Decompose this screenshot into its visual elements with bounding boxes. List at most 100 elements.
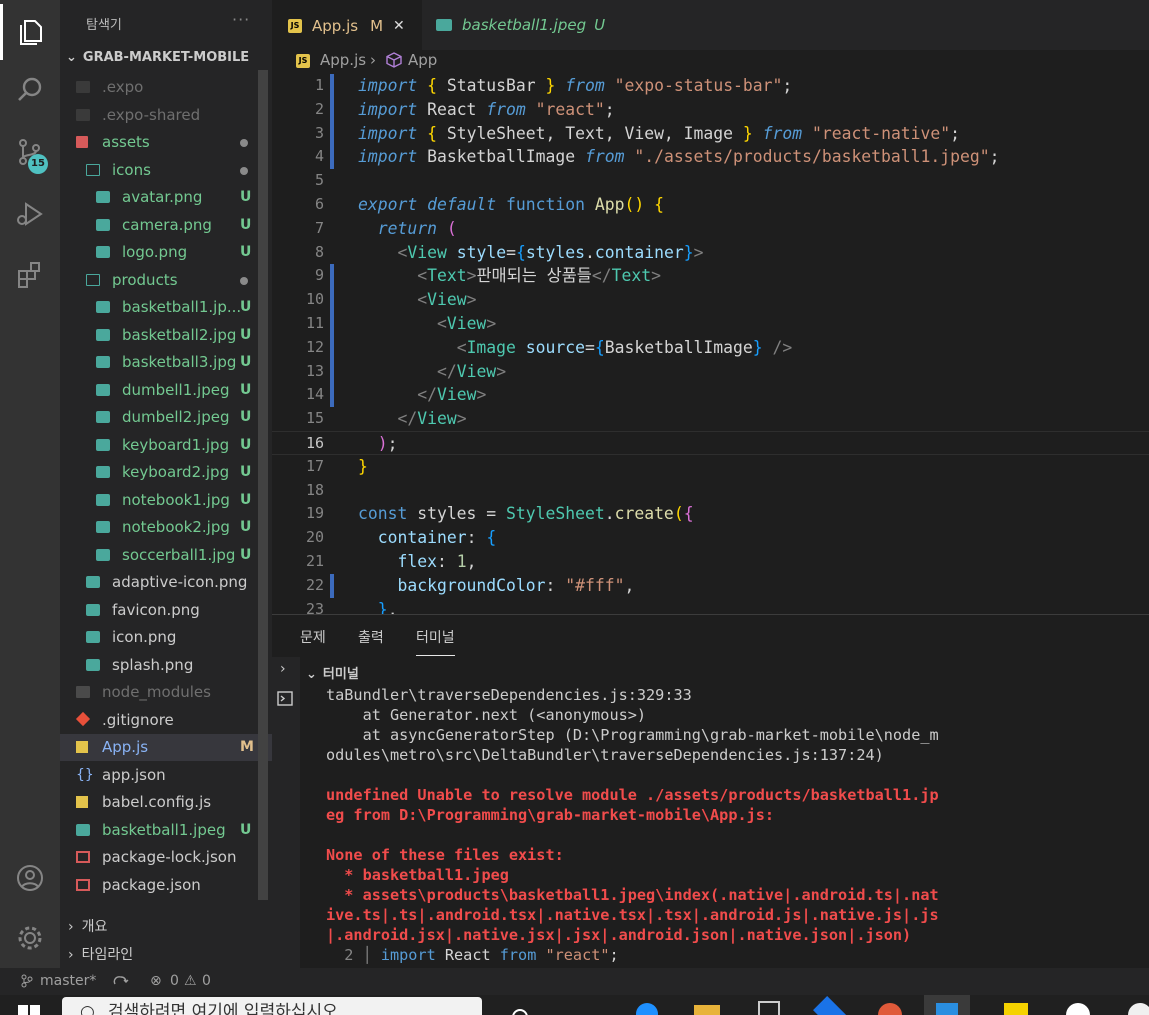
image-file-icon xyxy=(86,603,100,616)
tree-item-label: .expo-shared xyxy=(102,105,201,124)
tree-item[interactable]: package-lock.json xyxy=(60,844,272,871)
app-icon-2[interactable] xyxy=(1128,1003,1149,1015)
source-control-icon[interactable]: 15 xyxy=(0,124,60,180)
more-actions-icon[interactable]: ··· xyxy=(232,10,250,29)
image-file-icon xyxy=(96,246,110,258)
tree-item[interactable]: adaptive-icon.png xyxy=(60,569,272,596)
outline-section[interactable]: › 개요 xyxy=(68,916,107,936)
tree-item[interactable]: dumbell1.jpeg U xyxy=(60,377,272,404)
tree-item-label: notebook2.jpg xyxy=(122,518,230,536)
tab-problems[interactable]: 문제 xyxy=(300,627,326,647)
image-file-icon xyxy=(96,383,110,396)
tree-item[interactable]: icons xyxy=(60,157,272,184)
tree-item[interactable]: notebook2.jpg U xyxy=(60,514,272,541)
tree-item[interactable]: App.js M xyxy=(60,734,272,761)
breadcrumb-file[interactable]: App.js xyxy=(320,51,366,69)
code-line: 4 import BasketballImage from "./assets/p… xyxy=(272,145,1149,169)
tree-item[interactable]: icon.png xyxy=(60,624,272,651)
tab-basketball1-jpeg[interactable]: basketball1.jpeg U xyxy=(422,0,622,50)
chrome-icon[interactable] xyxy=(1066,1003,1090,1015)
tree-item[interactable]: splash.png xyxy=(60,652,272,679)
tab-app-js[interactable]: JS App.js M ✕ xyxy=(272,0,422,50)
code-text: <Text>판매되는 상품들</Text> xyxy=(417,266,661,286)
tab-status: M xyxy=(370,16,384,35)
files-icon xyxy=(19,20,42,45)
tree-item[interactable]: .gitignore xyxy=(60,707,272,734)
tree-item[interactable]: basketball1.jp... U xyxy=(60,294,272,321)
tree-item[interactable]: favicon.png xyxy=(60,597,272,624)
modified-dot xyxy=(240,139,248,147)
code-text: import { StyleSheet, Text, View, Image }… xyxy=(358,123,961,143)
search-icon[interactable] xyxy=(0,62,60,118)
tree-item[interactable]: assets xyxy=(60,129,272,156)
tree-item[interactable]: notebook1.jpg U xyxy=(60,487,272,514)
file-explorer-icon[interactable] xyxy=(694,1005,720,1015)
terminal-line: None of these files exist: xyxy=(326,846,564,864)
branch-name[interactable]: master* xyxy=(40,973,96,989)
terminal-header[interactable]: ⌄ 터미널 xyxy=(306,663,359,682)
timeline-section[interactable]: › 타임라인 xyxy=(68,944,133,964)
tree-item[interactable]: dumbell2.jpeg U xyxy=(60,404,272,431)
code-line: 3 import { StyleSheet, Text, View, Image … xyxy=(272,122,1149,146)
sync-icon[interactable] xyxy=(112,974,130,988)
account-icon[interactable] xyxy=(0,850,60,906)
tree-item[interactable]: keyboard1.jpg U xyxy=(60,432,272,459)
tree-item[interactable]: avatar.png U xyxy=(60,184,272,211)
image-file-icon xyxy=(96,191,110,203)
breadcrumb-separator: › xyxy=(370,51,376,69)
tree-item[interactable]: basketball3.jpg U xyxy=(60,349,272,376)
notes-icon[interactable] xyxy=(1004,1003,1028,1015)
code-text: const styles = StyleSheet.create({ xyxy=(358,504,694,524)
status-bar: master* ⊗ 0 ⚠ 0 xyxy=(0,968,1149,995)
windows-start-icon[interactable] xyxy=(18,1005,40,1015)
store-icon[interactable] xyxy=(758,1001,780,1015)
chevron-right-icon[interactable]: › xyxy=(280,661,286,677)
image-file-icon xyxy=(76,823,90,836)
tree-item[interactable]: {} app.json xyxy=(60,762,272,789)
line-number: 10 xyxy=(305,290,324,309)
js-file-icon xyxy=(76,741,88,753)
workspace-root[interactable]: ⌄ GRAB-MARKET-MOBILE xyxy=(66,50,249,65)
tab-output[interactable]: 출력 xyxy=(358,627,384,647)
code-line: 20 container: { xyxy=(272,526,1149,550)
tree-item[interactable]: .expo-shared xyxy=(60,102,272,129)
error-count[interactable]: 0 xyxy=(170,973,179,989)
mail-icon[interactable] xyxy=(813,996,847,1015)
tree-item[interactable]: package.json xyxy=(60,872,272,899)
terminal-icon[interactable] xyxy=(276,689,296,709)
code-editor[interactable]: 1 import { StatusBar } from "expo-status-… xyxy=(272,72,1149,614)
tab-terminal[interactable]: 터미널 xyxy=(416,627,455,656)
tree-item[interactable]: basketball2.jpg U xyxy=(60,322,272,349)
warning-count[interactable]: 0 xyxy=(202,973,211,989)
task-view-icon[interactable] xyxy=(512,1009,528,1015)
search-icon: ○ xyxy=(80,1002,95,1015)
sidebar-title: 탐색기 xyxy=(86,18,122,33)
close-tab-icon[interactable]: ✕ xyxy=(393,18,405,34)
tree-item[interactable]: soccerball1.jpg U xyxy=(60,542,272,569)
extensions-icon[interactable] xyxy=(0,246,60,302)
tree-item[interactable]: logo.png U xyxy=(60,239,272,266)
sidebar-scrollbar[interactable] xyxy=(258,70,268,900)
line-number: 2 xyxy=(314,99,324,118)
tree-item[interactable]: .expo xyxy=(60,74,272,101)
tree-item[interactable]: camera.png U xyxy=(60,212,272,239)
settings-gear-icon[interactable] xyxy=(0,910,60,966)
tree-item[interactable]: products xyxy=(60,267,272,294)
tree-item-label: camera.png xyxy=(122,215,212,234)
tree-item[interactable]: babel.config.js xyxy=(60,789,272,816)
tree-item[interactable]: node_modules xyxy=(60,679,272,706)
vscode-taskbar-button[interactable] xyxy=(924,995,970,1015)
breadcrumb-symbol[interactable]: App xyxy=(408,51,437,69)
error-icon[interactable]: ⊗ xyxy=(150,973,162,989)
app-icon[interactable] xyxy=(878,1003,902,1015)
tree-item[interactable]: basketball1.jpeg U xyxy=(60,817,272,844)
tree-item[interactable]: keyboard2.jpg U xyxy=(60,459,272,486)
search-placeholder: 검색하려면 여기에 입력하십시오 xyxy=(108,1002,338,1015)
tree-item-label: notebook1.jpg xyxy=(122,490,230,509)
taskbar: ○ 검색하려면 여기에 입력하십시오 xyxy=(0,995,1149,1015)
edge-icon[interactable] xyxy=(636,1003,658,1015)
warning-icon[interactable]: ⚠ xyxy=(184,973,197,989)
run-debug-icon[interactable] xyxy=(0,186,60,242)
taskbar-search-input[interactable]: ○ 검색하려면 여기에 입력하십시오 xyxy=(62,997,482,1015)
explorer-icon[interactable] xyxy=(0,4,60,60)
